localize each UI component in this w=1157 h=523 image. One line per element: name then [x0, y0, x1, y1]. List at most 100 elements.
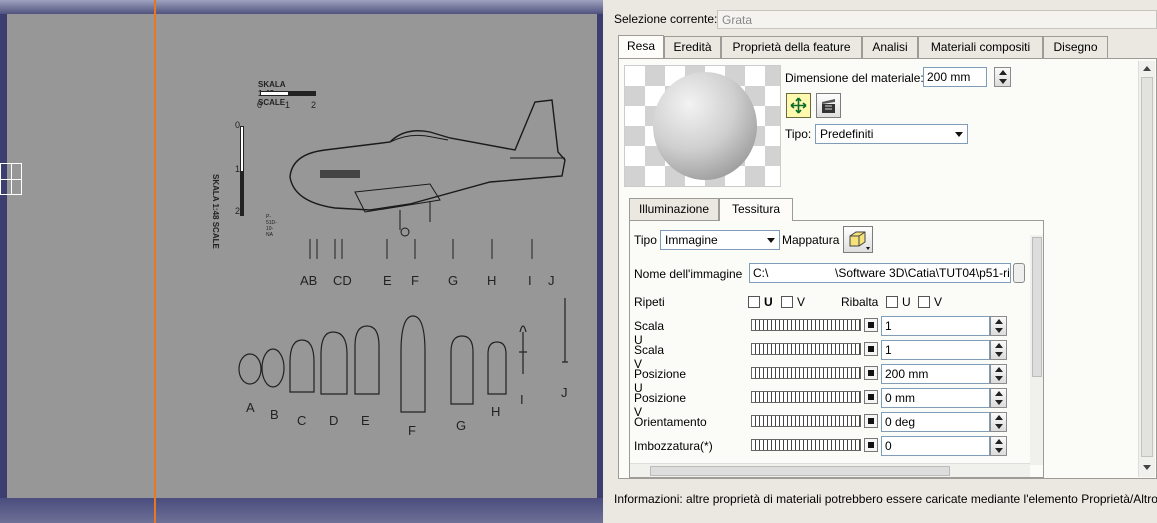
compass-plane-line — [154, 0, 156, 523]
selection-field: Grata — [717, 10, 1157, 29]
side-tick-0: 0 — [235, 120, 241, 130]
repeat-u-checkbox[interactable] — [748, 296, 760, 308]
cross-sections — [238, 298, 568, 413]
resa-tab-body: Dimensione del materiale: 200 mm Tipo: P… — [618, 58, 1157, 479]
row-reset-button[interactable] — [864, 414, 878, 428]
texture-type-label: Tipo — [634, 233, 657, 247]
section-e: E — [361, 413, 370, 428]
repeat-v-checkbox[interactable] — [781, 296, 793, 308]
chevron-down-icon — [767, 238, 775, 243]
model-code: P-51D-10-NA — [266, 214, 277, 238]
row-reset-button[interactable] — [864, 318, 878, 332]
row-spinner[interactable] — [990, 412, 1007, 432]
viewport-top-strip — [0, 0, 603, 14]
row-slider[interactable] — [751, 343, 861, 355]
grid-icon[interactable] — [0, 163, 22, 195]
fit-arrows-icon — [790, 97, 807, 114]
scroll-up-icon[interactable] — [1143, 66, 1151, 71]
tab-resa[interactable]: Resa — [618, 35, 664, 58]
material-preview — [624, 65, 781, 187]
row-reset-button[interactable] — [864, 342, 878, 356]
row-slider[interactable] — [751, 367, 861, 379]
3d-viewport[interactable]: SKALA 1:48 SCALE 0 1 2 SKALA 1:48 SCALE … — [0, 0, 603, 523]
info-text: Informazioni: altre proprietà di materia… — [614, 492, 1157, 506]
tab-proprieta-feature[interactable]: Proprietà della feature — [721, 36, 862, 58]
mapping-button[interactable] — [843, 226, 873, 253]
flip-u-checkbox[interactable] — [886, 296, 898, 308]
row-label: Imbozzatura(*) — [634, 439, 713, 453]
row-value-field[interactable]: 1 — [881, 316, 990, 336]
row-label: Orientamento — [634, 415, 707, 429]
tab-materiali-compositi[interactable]: Materiali compositi — [918, 36, 1043, 58]
type-label: Tipo: — [785, 127, 812, 141]
flip-v-label: V — [934, 295, 943, 309]
properties-panel: Selezione corrente: Grata Resa Eredità P… — [604, 0, 1157, 523]
scale-tick-0: 0 — [257, 100, 263, 110]
row-value-field[interactable]: 0 — [881, 436, 990, 456]
repeat-label: Ripeti — [634, 295, 665, 309]
section-a: A — [246, 400, 255, 415]
clapperboard-icon — [822, 99, 835, 113]
side-tick-1: 1 — [235, 164, 241, 174]
inner-horizontal-scrollbar[interactable] — [630, 463, 1030, 477]
side-scale-title: SKALA 1:48 SCALE — [211, 174, 220, 249]
tab-analisi[interactable]: Analisi — [862, 36, 918, 58]
row-value-field[interactable]: 200 mm — [881, 364, 990, 384]
row-spinner[interactable] — [990, 388, 1007, 408]
tab-eredita[interactable]: Eredità — [664, 36, 721, 58]
row-spinner[interactable] — [990, 340, 1007, 360]
image-path-field[interactable]: C:\ \Software 3D\Catia\TUT04\p51-rig — [749, 263, 1011, 283]
inner-scroll-thumb[interactable] — [1032, 237, 1042, 377]
row-spinner[interactable] — [990, 436, 1007, 456]
row-reset-button[interactable] — [864, 366, 878, 380]
subtab-tessitura[interactable]: Tessitura — [719, 198, 793, 221]
section-i: I — [520, 392, 524, 407]
station-lines — [309, 239, 533, 259]
section-c: C — [297, 413, 307, 428]
material-size-label: Dimensione del materiale: — [785, 71, 924, 85]
flip-u-label: U — [902, 295, 911, 309]
repeat-u-label: U — [764, 295, 773, 309]
row-spinner[interactable] — [990, 316, 1007, 336]
tab-disegno[interactable]: Disegno — [1043, 36, 1108, 58]
section-h: H — [491, 404, 501, 419]
tessitura-panel: Tipo Immagine Mappatura Nome dell'immagi… — [629, 220, 1044, 478]
row-value-field[interactable]: 1 — [881, 340, 990, 360]
inner-vertical-scrollbar[interactable] — [1030, 235, 1043, 465]
selection-label: Selezione corrente: — [614, 12, 718, 26]
cube-mapping-icon — [849, 231, 870, 250]
browse-button[interactable] — [1013, 263, 1025, 283]
panel-vertical-scrollbar[interactable] — [1138, 61, 1155, 477]
flip-label: Ribalta — [841, 295, 879, 309]
texture-type-value: Immagine — [665, 233, 718, 247]
scroll-down-icon[interactable] — [1143, 465, 1151, 470]
row-slider[interactable] — [751, 439, 861, 451]
hscroll-thumb[interactable] — [650, 466, 950, 476]
row-value-field[interactable]: 0 mm — [881, 388, 990, 408]
subtab-illuminazione[interactable]: Illuminazione — [629, 198, 719, 220]
row-slider[interactable] — [751, 391, 861, 403]
fit-size-button[interactable] — [786, 93, 811, 118]
material-size-spinner[interactable] — [994, 67, 1011, 87]
material-size-field[interactable]: 200 mm — [923, 67, 987, 87]
row-slider[interactable] — [751, 319, 861, 331]
repeat-v-label: V — [797, 295, 806, 309]
section-j: J — [561, 385, 568, 400]
side-scale-bar — [240, 126, 244, 216]
type-select[interactable]: Predefiniti — [815, 124, 968, 144]
texture-type-select[interactable]: Immagine — [660, 230, 780, 250]
section-b: B — [270, 407, 279, 422]
row-value-field[interactable]: 0 deg — [881, 412, 990, 432]
side-tick-2: 2 — [235, 206, 241, 216]
row-spinner[interactable] — [990, 364, 1007, 384]
flip-v-checkbox[interactable] — [918, 296, 930, 308]
row-reset-button[interactable] — [864, 438, 878, 452]
row-reset-button[interactable] — [864, 390, 878, 404]
viewport-bottom-strip — [0, 498, 603, 523]
row-slider[interactable] — [751, 415, 861, 427]
clapper-button[interactable] — [816, 93, 841, 118]
aircraft-side-view — [289, 99, 566, 237]
section-g: G — [456, 418, 467, 433]
panel-scroll-thumb[interactable] — [1141, 77, 1153, 457]
type-select-value: Predefiniti — [820, 127, 874, 141]
